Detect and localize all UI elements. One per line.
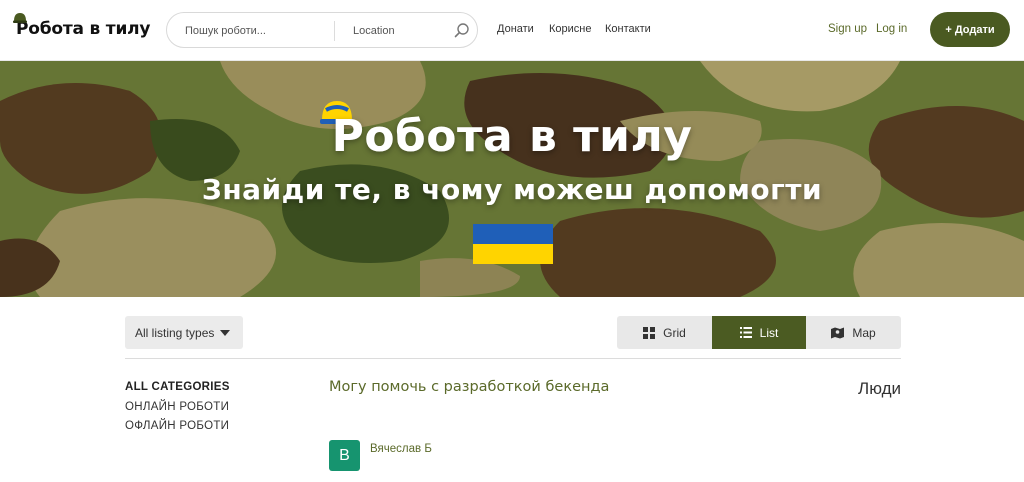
avatar[interactable]: B: [329, 440, 360, 471]
listing-types-label: All listing types: [135, 325, 215, 340]
view-grid-label: Grid: [663, 325, 686, 340]
caret-down-icon: [220, 329, 231, 336]
view-grid-button[interactable]: Grid: [617, 316, 712, 349]
search-button[interactable]: [452, 21, 472, 41]
helmet-icon: [13, 13, 27, 23]
list-icon: [739, 327, 752, 338]
view-list-label: List: [759, 325, 779, 340]
site-logo[interactable]: Робота в тилу: [13, 13, 151, 44]
nav-contacts[interactable]: Контакти: [605, 23, 651, 35]
flag-blue-stripe: [473, 224, 553, 244]
site-header: Робота в тилу Донати Корисне Контакти Si…: [0, 0, 1024, 61]
view-map-button[interactable]: Map: [806, 316, 901, 349]
nav-donate[interactable]: Донати: [497, 23, 534, 35]
listing-types-dropdown[interactable]: All listing types: [125, 316, 243, 349]
logo-text: Робота в тилу: [16, 19, 151, 39]
listing-type: Люди: [858, 379, 901, 398]
signup-link[interactable]: Sign up: [828, 23, 867, 35]
category-online-jobs[interactable]: ОНЛАЙН РОБОТИ: [125, 401, 229, 413]
view-switcher: Grid List Map: [617, 316, 901, 349]
divider: [125, 358, 901, 359]
flag-yellow-stripe: [473, 244, 553, 264]
hero-banner: Робота в тилу Знайди те, в чому можеш до…: [0, 61, 1024, 297]
nav-useful[interactable]: Корисне: [549, 23, 591, 35]
map-icon: [831, 327, 845, 338]
hero-title: Робота в тилу: [331, 111, 693, 162]
author-name[interactable]: Вячеслав Б: [370, 443, 432, 455]
ukraine-flag: [473, 224, 553, 264]
search-bar: [166, 12, 478, 48]
listing-title[interactable]: Могу помочь с разработкой бекенда: [329, 379, 609, 395]
category-offline-jobs[interactable]: ОФЛАЙН РОБОТИ: [125, 420, 229, 432]
categories-heading[interactable]: ALL CATEGORIES: [125, 381, 230, 393]
grid-icon: [643, 326, 656, 339]
location-input[interactable]: [353, 22, 443, 40]
search-icon: [454, 23, 469, 38]
add-listing-button[interactable]: + Додати: [930, 12, 1010, 47]
login-link[interactable]: Log in: [876, 23, 907, 35]
hero-subtitle: Знайди те, в чому можеш допомогти: [201, 173, 823, 206]
view-list-button[interactable]: List: [712, 316, 806, 349]
search-input[interactable]: [185, 22, 325, 40]
view-map-label: Map: [852, 325, 876, 340]
search-divider: [334, 21, 335, 41]
